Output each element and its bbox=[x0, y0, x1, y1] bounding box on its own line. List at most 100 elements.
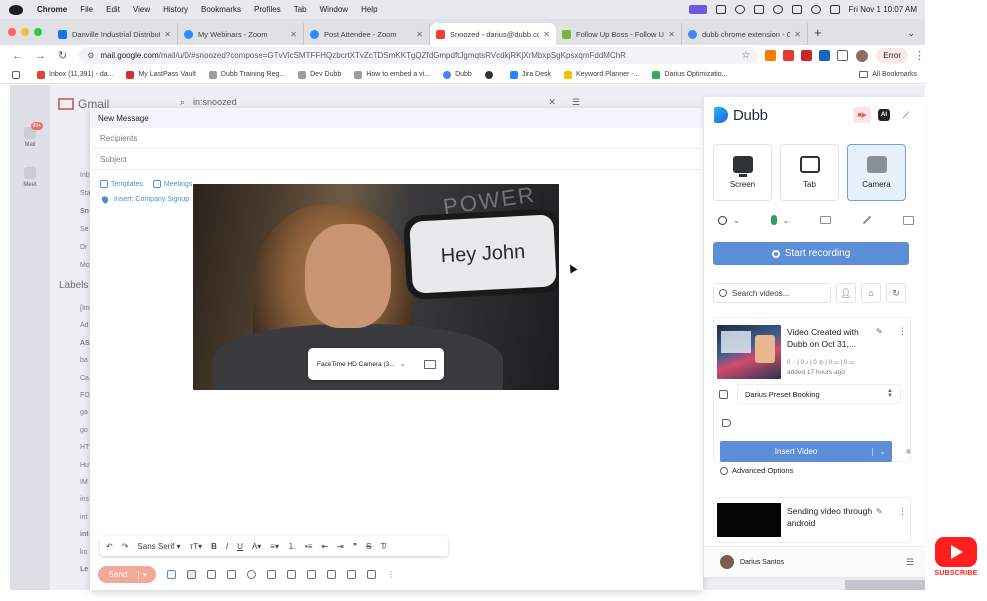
user-filter-icon[interactable]: 👤︎ bbox=[836, 283, 856, 303]
bookmark-inbox[interactable]: Inbox (11,391) - da... bbox=[37, 70, 113, 79]
bookmark-lastpass[interactable]: My LastPass Vault bbox=[126, 70, 196, 79]
schedule-send-chevron-icon[interactable]: ▾ bbox=[138, 570, 147, 579]
menu-tab[interactable]: Tab bbox=[294, 5, 307, 14]
tab-follow-up-boss[interactable]: Follow Up Boss - Follow Up B ✕ bbox=[556, 23, 682, 45]
menu-view[interactable]: View bbox=[133, 5, 150, 14]
label-item[interactable]: ins bbox=[80, 491, 90, 508]
close-tab-icon[interactable]: ✕ bbox=[164, 30, 171, 39]
menu-window[interactable]: Window bbox=[320, 5, 348, 14]
close-tab-icon[interactable]: ✕ bbox=[416, 30, 423, 39]
tab-snoozed-gmail[interactable]: Snoozed - darius@dubb.com ✕ bbox=[430, 23, 556, 45]
edit-pencil-icon[interactable]: ✎ bbox=[876, 507, 883, 516]
close-tab-icon[interactable]: ✕ bbox=[290, 30, 297, 39]
nav-starred[interactable]: Sta bbox=[80, 185, 91, 203]
font-size-icon[interactable]: тT▾ bbox=[190, 542, 203, 551]
bulleted-list-icon[interactable]: •≡ bbox=[305, 542, 312, 551]
close-tab-icon[interactable]: ✕ bbox=[668, 30, 675, 39]
video-thumbnail[interactable] bbox=[717, 503, 781, 537]
bookmark-keyword-planner[interactable]: Keyword Planner -... bbox=[564, 70, 639, 79]
minimize-window-button[interactable] bbox=[21, 28, 29, 36]
menu-app-chrome[interactable]: Chrome bbox=[37, 5, 67, 14]
dropbox-status-icon[interactable] bbox=[715, 5, 726, 14]
meetings-button[interactable]: Meetings bbox=[152, 180, 192, 188]
webcam-select[interactable]: ⌄ bbox=[718, 215, 740, 225]
label-item[interactable]: Hu bbox=[80, 457, 90, 474]
dubb-extension-icon[interactable] bbox=[819, 50, 831, 61]
rail-meet[interactable]: Meet bbox=[20, 167, 40, 188]
forward-arrow-icon[interactable]: → bbox=[35, 50, 46, 62]
close-tab-icon[interactable]: ✕ bbox=[543, 30, 550, 39]
label-item[interactable]: [Im bbox=[80, 300, 90, 317]
bookmark-how-to-embed[interactable]: How to embed a vi... bbox=[354, 70, 430, 79]
nav-sent[interactable]: Se bbox=[80, 221, 91, 239]
refresh-icon[interactable]: ↻ bbox=[886, 283, 906, 303]
more-options-icon[interactable]: ⋮ bbox=[898, 326, 907, 337]
extension-icon[interactable] bbox=[801, 50, 813, 61]
nav-drafts[interactable]: Dr bbox=[80, 239, 91, 257]
apps-grid-icon[interactable] bbox=[12, 70, 24, 79]
text-color-icon[interactable]: A▾ bbox=[252, 542, 261, 551]
microphone-select[interactable]: ⌄ bbox=[770, 215, 789, 225]
bold-icon[interactable]: B bbox=[211, 542, 217, 551]
bookmark-github[interactable] bbox=[484, 70, 497, 79]
cast-status-icon[interactable] bbox=[753, 5, 764, 14]
nav-snoozed[interactable]: Sn bbox=[80, 203, 91, 221]
teleprompter-icon[interactable] bbox=[820, 216, 832, 224]
menu-profiles[interactable]: Profiles bbox=[254, 5, 281, 14]
align-icon[interactable]: ≡▾ bbox=[270, 542, 279, 551]
menu-history[interactable]: History bbox=[163, 5, 188, 14]
bookmark-star-icon[interactable]: ☆ bbox=[741, 50, 750, 61]
video-title[interactable]: Video Created with Dubb on Oct 31,... bbox=[787, 326, 869, 350]
battery-icon[interactable] bbox=[791, 5, 802, 14]
signature-icon[interactable] bbox=[327, 570, 336, 579]
schedule-event-icon[interactable] bbox=[367, 570, 376, 579]
insert-photo-icon[interactable] bbox=[287, 570, 296, 579]
layouts-icon[interactable] bbox=[347, 570, 356, 579]
camera-preview[interactable]: POWER Hey John FaceTime HD Camera (3... … bbox=[193, 184, 559, 390]
label-item[interactable]: IM bbox=[80, 474, 90, 491]
close-window-button[interactable] bbox=[8, 28, 16, 36]
apple-icon[interactable] bbox=[9, 4, 23, 15]
booking-select[interactable]: Darius Preset Booking ▲ ▼ bbox=[737, 384, 901, 404]
virtual-background-icon[interactable] bbox=[902, 215, 914, 225]
nav-inbox[interactable]: Inb bbox=[80, 167, 91, 185]
back-arrow-icon[interactable]: ← bbox=[12, 50, 23, 62]
indent-more-icon[interactable]: ⇥ bbox=[337, 542, 344, 551]
help-dot-icon[interactable] bbox=[906, 449, 911, 454]
tag-icon[interactable] bbox=[722, 419, 731, 427]
insert-link-icon[interactable] bbox=[227, 570, 236, 579]
italic-icon[interactable]: I bbox=[226, 542, 228, 551]
bookmark-jira-desk[interactable]: Jira Desk bbox=[509, 70, 551, 79]
underline-icon[interactable]: U bbox=[237, 542, 243, 551]
menu-edit[interactable]: Edit bbox=[106, 5, 120, 14]
formatting-options-icon[interactable] bbox=[187, 570, 196, 579]
attach-file-icon[interactable] bbox=[207, 570, 216, 579]
start-recording-button[interactable]: Start recording bbox=[713, 242, 909, 265]
reload-icon[interactable]: ↻ bbox=[58, 49, 67, 62]
grammarly-status-icon[interactable] bbox=[734, 5, 745, 14]
quote-icon[interactable]: ❞ bbox=[353, 542, 357, 551]
tab-post-attendee[interactable]: Post Attendee - Zoom ✕ bbox=[304, 23, 430, 45]
advanced-options-link[interactable]: Advanced Options bbox=[720, 466, 793, 475]
insert-video-button[interactable]: Insert Video ⌄ bbox=[720, 441, 892, 462]
tab-my-webinars[interactable]: My Webinars - Zoom ✕ bbox=[178, 23, 304, 45]
search-options-icon[interactable]: ☰ bbox=[572, 97, 580, 108]
bookmark-dubb[interactable]: Dubb bbox=[443, 70, 472, 79]
label-item[interactable]: int bbox=[80, 509, 90, 526]
extension-icon[interactable] bbox=[783, 50, 795, 61]
indent-less-icon[interactable]: ⇤ bbox=[321, 542, 328, 551]
mode-camera[interactable]: Camera bbox=[847, 144, 906, 201]
video-thumbnail[interactable] bbox=[717, 325, 781, 379]
new-tab-button[interactable]: + bbox=[814, 25, 822, 40]
play-status-icon[interactable] bbox=[772, 5, 783, 14]
screen-record-status-icon[interactable] bbox=[688, 5, 707, 14]
mode-screen[interactable]: Screen bbox=[713, 144, 772, 201]
chevron-down-icon[interactable]: ⌄ bbox=[872, 447, 892, 456]
label-item[interactable]: go bbox=[80, 422, 90, 439]
extension-icon[interactable] bbox=[765, 50, 777, 61]
analytics-chart-icon[interactable]: ⟋ bbox=[897, 107, 915, 123]
video-search-input[interactable] bbox=[732, 288, 822, 298]
more-options-icon[interactable]: ⋮ bbox=[898, 506, 907, 517]
label-item[interactable]: int bbox=[80, 526, 90, 543]
confidential-mode-icon[interactable] bbox=[307, 570, 316, 579]
